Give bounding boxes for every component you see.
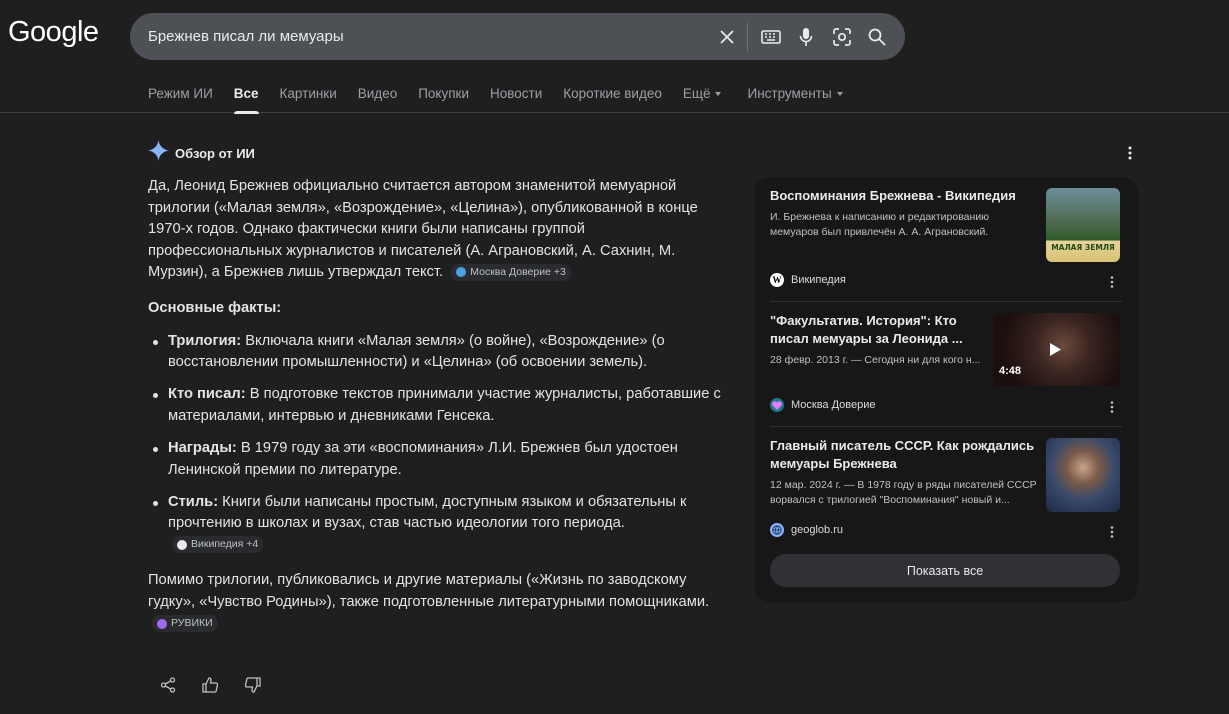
more-options-icon[interactable] <box>1102 522 1122 542</box>
thumbs-down-icon[interactable] <box>242 675 262 695</box>
search-icon[interactable] <box>865 25 889 49</box>
tab-more[interactable]: Ещё <box>683 86 722 113</box>
fact-label: Стиль: <box>168 493 219 510</box>
source-site-name: Википедия <box>791 274 846 286</box>
tab-images[interactable]: Картинки <box>280 86 337 113</box>
source-thumbnail[interactable]: МАЛАЯ ЗЕМЛЯ <box>1046 188 1120 262</box>
keyboard-icon[interactable] <box>759 25 783 49</box>
fact-label: Трилогия: <box>168 332 242 349</box>
search-tabs: Режим ИИ Все Картинки Видео Покупки Ново… <box>148 86 864 114</box>
tab-ai-mode[interactable]: Режим ИИ <box>148 86 213 113</box>
more-options-icon[interactable] <box>1120 143 1140 163</box>
list-item: Награды: В 1979 году за эти «воспоминани… <box>148 438 723 481</box>
source-title[interactable]: Главный писатель СССР. Как рождались мем… <box>770 437 1042 473</box>
site-icon <box>157 618 167 629</box>
ai-overview-body: Да, Леонид Брежнев официально считается … <box>148 176 723 649</box>
source-thumbnail[interactable] <box>1046 438 1120 512</box>
divider <box>770 301 1122 302</box>
tab-label: Видео <box>357 86 398 101</box>
fact-text: В подготовке текстов принимали участие ж… <box>168 386 721 424</box>
feedback-actions <box>158 675 262 695</box>
clear-icon[interactable] <box>715 25 739 49</box>
tab-label: Новости <box>490 86 543 101</box>
ai-outro-paragraph: Помимо трилогии, публиковались и другие … <box>148 570 723 635</box>
citation-chip[interactable]: Википедия +4 <box>172 536 264 554</box>
facts-list: Трилогия: Включала книги «Малая земля» (… <box>148 331 723 557</box>
video-thumbnail[interactable]: 4:48 <box>993 313 1120 386</box>
source-card[interactable]: Главный писатель СССР. Как рождались мем… <box>770 437 1122 549</box>
sources-panel: Воспоминания Брежнева - Википедия И. Бре… <box>754 177 1138 602</box>
site-icon <box>770 398 784 412</box>
source-site[interactable]: Москва Доверие <box>770 398 876 412</box>
microphone-icon[interactable] <box>794 25 818 49</box>
header: Google Режим ИИ Все Картинки Видео Покуп… <box>0 0 1229 114</box>
tab-news[interactable]: Новости <box>490 86 542 113</box>
source-snippet: 28 февр. 2013 г. — Сегодня ни для кого н… <box>770 354 981 366</box>
citation-chip[interactable]: Москва Доверие +3 <box>451 263 571 281</box>
tab-label: Картинки <box>279 86 337 101</box>
ai-intro-text: Да, Леонид Брежнев официально считается … <box>148 178 698 281</box>
source-site[interactable]: geoglob.ru <box>770 523 843 537</box>
google-logo[interactable]: Google <box>8 16 99 49</box>
tab-all[interactable]: Все <box>233 86 259 114</box>
source-site-name: geoglob.ru <box>791 524 843 536</box>
tab-label: Ещё <box>682 86 711 101</box>
citation-label: Википедия +4 <box>191 538 259 551</box>
fact-text: Включала книги «Малая земля» (о войне), … <box>168 332 665 371</box>
fact-label: Кто писал: <box>168 386 246 403</box>
tab-shopping[interactable]: Покупки <box>418 86 469 113</box>
ai-overview-header: Обзор от ИИ <box>148 140 255 166</box>
tab-short-videos[interactable]: Короткие видео <box>563 86 662 113</box>
source-site[interactable]: W Википедия <box>770 273 846 287</box>
source-card[interactable]: Воспоминания Брежнева - Википедия И. Бре… <box>770 187 1122 299</box>
citation-label: Москва Доверие +3 <box>470 265 566 278</box>
source-title[interactable]: Воспоминания Брежнева - Википедия <box>770 187 1030 205</box>
list-item: Кто писал: В подготовке текстов принимал… <box>148 384 723 427</box>
source-card[interactable]: "Факультатив. История": Кто писал мемуар… <box>770 312 1122 424</box>
search-box[interactable] <box>130 13 905 60</box>
divider <box>770 426 1122 427</box>
share-icon[interactable] <box>158 675 178 695</box>
show-all-button[interactable]: Показать все <box>770 554 1120 587</box>
play-icon <box>1050 343 1061 356</box>
video-duration: 4:48 <box>999 365 1022 377</box>
ai-intro-paragraph: Да, Леонид Брежнев официально считается … <box>148 176 723 284</box>
tab-label: Короткие видео <box>563 86 662 101</box>
ai-overview-title: Обзор от ИИ <box>175 145 255 161</box>
fact-label: Награды: <box>168 439 237 456</box>
thumbnail-caption: МАЛАЯ ЗЕМЛЯ <box>1051 243 1115 252</box>
more-options-icon[interactable] <box>1102 397 1122 417</box>
tab-tools[interactable]: Инструменты <box>747 86 843 113</box>
source-site-name: Москва Доверие <box>791 399 876 411</box>
chevron-down-icon <box>715 92 722 97</box>
site-icon <box>456 267 467 278</box>
source-snippet: И. Брежнева к написанию и редактированию… <box>770 211 990 238</box>
more-options-icon[interactable] <box>1102 272 1122 292</box>
fact-text: Книги были написаны простым, доступным я… <box>168 493 687 532</box>
list-item: Стиль: Книги были написаны простым, дост… <box>148 492 723 557</box>
citation-chip[interactable]: РУВИКИ <box>152 615 218 633</box>
wikipedia-icon <box>177 539 187 550</box>
tab-label: Инструменты <box>747 86 832 101</box>
fact-text: В 1979 году за эти «воспоминания» Л.И. Б… <box>168 439 678 478</box>
tab-videos[interactable]: Видео <box>358 86 397 113</box>
source-snippet: 12 мар. 2024 г. — В 1978 году в ряды пис… <box>770 479 1037 506</box>
citation-label: РУВИКИ <box>171 616 213 629</box>
thumbs-up-icon[interactable] <box>200 675 220 695</box>
sparkle-icon <box>148 140 169 166</box>
ai-outro-text: Помимо трилогии, публиковались и другие … <box>148 572 710 610</box>
list-item: Трилогия: Включала книги «Малая земля» (… <box>148 331 723 374</box>
lens-icon[interactable] <box>830 25 854 49</box>
source-title[interactable]: "Факультатив. История": Кто писал мемуар… <box>770 312 986 348</box>
search-divider <box>747 23 748 51</box>
globe-icon <box>770 523 784 537</box>
tab-label: Режим ИИ <box>148 86 213 101</box>
tab-label: Покупки <box>418 86 469 101</box>
tab-label: Все <box>233 86 259 101</box>
search-input[interactable] <box>148 13 688 60</box>
chevron-down-icon <box>836 92 843 97</box>
facts-heading: Основные факты: <box>148 299 282 316</box>
wikipedia-icon: W <box>770 273 784 287</box>
